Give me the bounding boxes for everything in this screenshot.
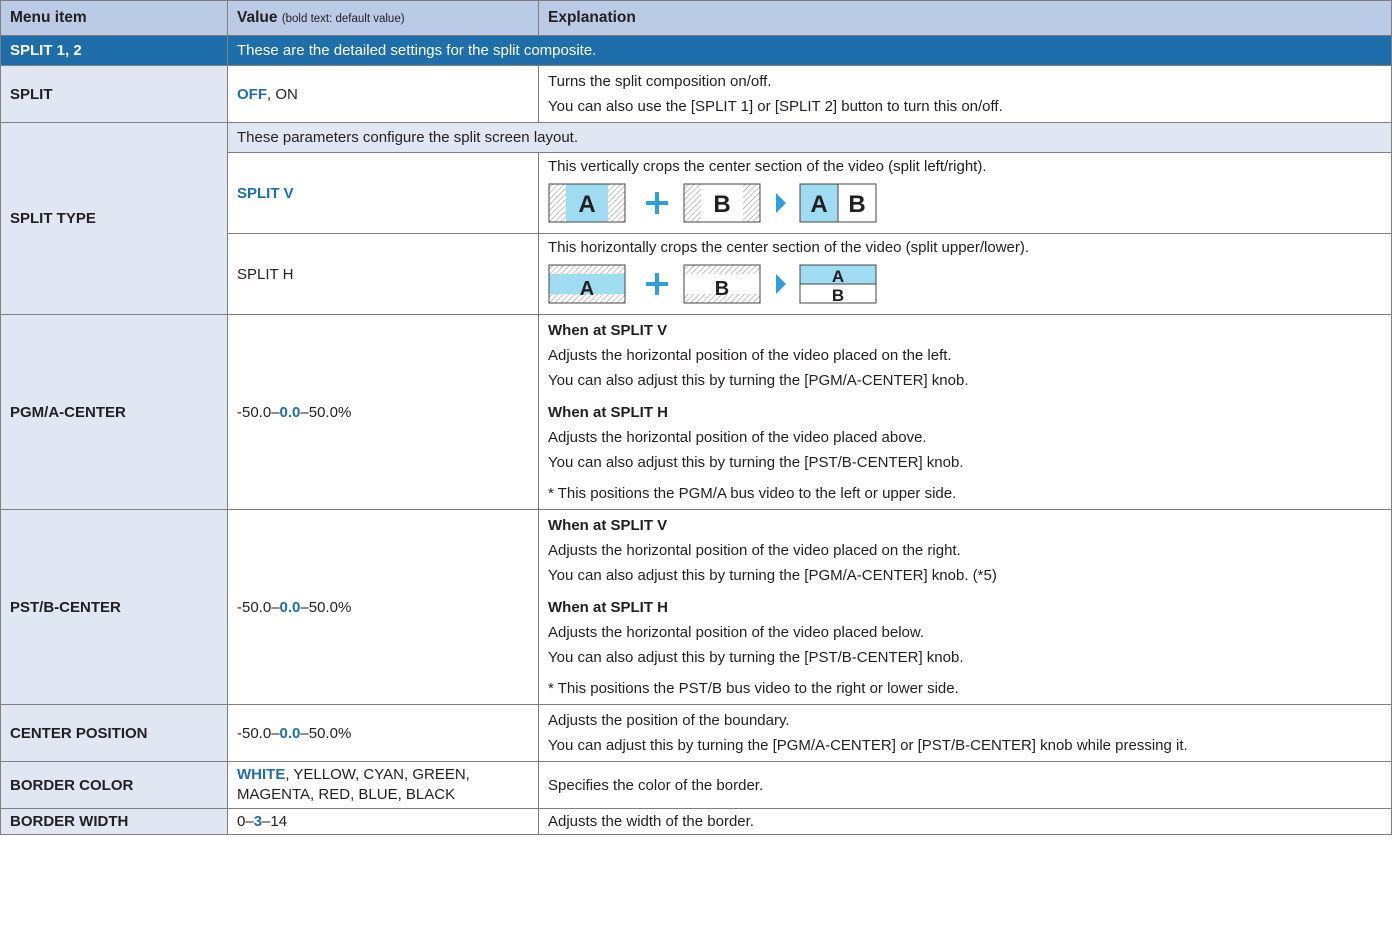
split-h-heading: When at SPLIT H [548,404,668,421]
row-border-width: BORDER WIDTH 0–3–14 Adjusts the width of… [0,808,1392,835]
footnote: * This positions the PST/B bus video to … [548,680,959,697]
plus-icon [646,273,668,295]
row-border-color-explanation: Specifies the color of the border. [538,761,1392,809]
section-row: SPLIT 1, 2 These are the detailed settin… [0,35,1392,66]
letter-b: B [832,286,844,304]
section-title: SPLIT 1, 2 [0,35,228,66]
row-split: SPLIT OFF, ON Turns the split compositio… [0,65,1392,123]
row-pst-value: -50.0–0.0–50.0% [227,509,539,705]
value-options: , YELLOW, CYAN, GREEN, [285,766,470,783]
value-max: –50.0% [300,403,352,421]
explanation-line: You can also use the [SPLIT 1] or [SPLIT… [548,98,1003,115]
header-value-label: Value [237,9,278,26]
value-min: -50.0– [237,403,280,421]
split-h-value: SPLIT H [227,233,539,315]
split-v-heading: When at SPLIT V [548,322,668,339]
section-description: These are the detailed settings for the … [227,35,1392,66]
letter-a: A [832,267,844,286]
row-border-width-value: 0–3–14 [227,808,539,835]
result-split-h-box: A B [799,264,877,305]
footnote: * This positions the PGM/A bus video to … [548,485,957,502]
header-value: Value (bold text: default value) [227,0,539,36]
explanation-line: You can also adjust this by turning the … [548,372,969,389]
split-v-heading: When at SPLIT V [548,517,668,534]
arrow-right-icon [776,274,786,294]
row-pgm-explanation: When at SPLIT V Adjusts the horizontal p… [538,314,1392,510]
split-v-explanation: This vertically crops the center section… [538,152,1392,234]
explanation-line: You can also adjust this by turning the … [548,567,997,584]
row-center-position-explanation: Adjusts the position of the boundary. Yo… [538,704,1392,762]
value-max: –50.0% [300,598,352,616]
row-split-explanation: Turns the split composition on/off. You … [538,65,1392,123]
value-max: –14 [262,813,288,830]
header-menu-item: Menu item [0,0,228,36]
split-v-diagram: A B A B [548,183,877,223]
explanation-line: You can also adjust this by turning the … [548,454,964,471]
row-split-value: OFF, ON [227,65,539,123]
letter-b: B [713,191,730,218]
value-max: –50.0% [300,724,352,742]
row-split-name: SPLIT [0,65,228,123]
default-value: WHITE [237,766,286,783]
split-h-description: This horizontally crops the center secti… [548,239,1030,256]
default-value: OFF [237,85,267,103]
row-border-color: BORDER COLOR WHITE, YELLOW, CYAN, GREEN,… [0,761,1392,809]
letter-a: A [810,191,827,218]
row-border-color-value: WHITE, YELLOW, CYAN, GREEN, MAGENTA, RED… [227,761,539,809]
value-line: MAGENTA, RED, BLUE, BLACK [237,786,456,803]
row-pst-explanation: When at SPLIT V Adjusts the horizontal p… [538,509,1392,705]
split-h-explanation: This horizontally crops the center secti… [538,233,1392,315]
video-b-box: B [683,183,761,223]
split-h-diagram: A B A B [548,264,877,305]
row-split-type-subheader: SPLIT TYPE These parameters configure th… [0,122,1392,315]
row-pgm-name: PGM/A-CENTER [0,314,228,510]
row-pst-b-center: PST/B-CENTER -50.0–0.0–50.0% When at SPL… [0,509,1392,705]
row-border-width-name: BORDER WIDTH [0,808,228,835]
row-split-type-name: SPLIT TYPE [0,122,228,315]
value-min: 0– [237,813,254,830]
explanation-line: Adjusts the horizontal position of the v… [548,429,927,446]
header-value-note: (bold text: default value) [281,13,405,25]
default-value: 0.0 [279,598,301,616]
letter-b: B [715,278,729,300]
explanation-line: Adjusts the position of the boundary. [548,712,790,729]
value-options: , ON [267,85,298,103]
letter-a: A [578,191,595,218]
result-split-v-box: A B [799,183,877,223]
row-border-width-explanation: Adjusts the width of the border. [538,808,1392,835]
explanation-line: You can also adjust this by turning the … [548,649,964,666]
default-value: 0.0 [279,403,301,421]
split-v-value: SPLIT V [227,152,539,234]
default-value: 3 [253,813,263,830]
split-type-description: These parameters configure the split scr… [227,122,1392,153]
row-center-position-name: CENTER POSITION [0,704,228,762]
letter-a: A [580,278,594,300]
default-value: 0.0 [279,724,301,742]
value-line: WHITE, YELLOW, CYAN, GREEN, [237,765,529,785]
row-pgm-a-center: PGM/A-CENTER -50.0–0.0–50.0% When at SPL… [0,314,1392,510]
row-center-position: CENTER POSITION -50.0–0.0–50.0% Adjusts … [0,704,1392,762]
split-v-description: This vertically crops the center section… [548,158,987,175]
explanation-line: Adjusts the horizontal position of the v… [548,347,952,364]
explanation-line: Adjusts the horizontal position of the v… [548,542,961,559]
value-min: -50.0– [237,724,280,742]
split-h-heading: When at SPLIT H [548,599,668,616]
split-settings-table: Menu item Value (bold text: default valu… [0,0,1392,835]
row-border-color-name: BORDER COLOR [0,761,228,809]
explanation-line: Turns the split composition on/off. [548,73,772,90]
header-explanation: Explanation [538,0,1392,36]
letter-b: B [848,191,865,218]
plus-icon [646,192,668,214]
row-pgm-value: -50.0–0.0–50.0% [227,314,539,510]
video-b-box: B [683,264,761,304]
video-a-box: A [548,183,626,223]
row-pst-name: PST/B-CENTER [0,509,228,705]
video-a-box: A [548,264,626,304]
arrow-right-icon [776,193,786,213]
header-row: Menu item Value (bold text: default valu… [0,0,1392,36]
row-center-position-value: -50.0–0.0–50.0% [227,704,539,762]
value-min: -50.0– [237,598,280,616]
explanation-line: Adjusts the horizontal position of the v… [548,624,925,641]
explanation-line: You can adjust this by turning the [PGM/… [548,737,1188,754]
